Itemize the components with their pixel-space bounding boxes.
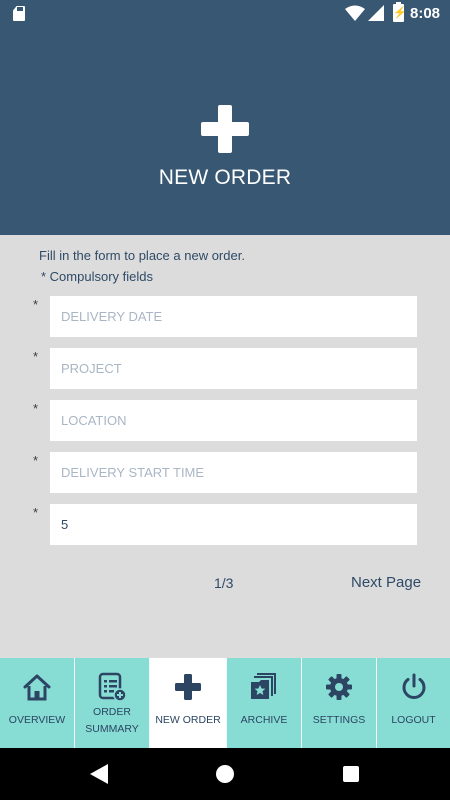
wifi-icon (345, 5, 365, 21)
required-marker: * (33, 453, 39, 468)
tab-label: OVERVIEW (8, 714, 66, 726)
tab-label: SETTINGS (312, 714, 366, 726)
required-marker: * (33, 401, 39, 416)
required-marker: * (33, 349, 39, 364)
form-row-delivery-date: * (0, 296, 450, 337)
sd-card-icon (13, 6, 25, 21)
tab-logout[interactable]: LOGOUT (377, 658, 450, 748)
next-page-button[interactable]: Next Page (351, 574, 421, 591)
recent-apps-icon[interactable] (343, 766, 359, 782)
home-button-icon[interactable] (216, 765, 234, 783)
bottom-tab-bar: OVERVIEW ORDER SUMMARY NEW ORDER ARCHIVE (0, 658, 450, 748)
gear-icon (326, 674, 352, 700)
tab-new-order[interactable]: NEW ORDER (150, 658, 227, 748)
delivery-start-time-field[interactable] (50, 452, 417, 493)
order-summary-icon (98, 672, 127, 702)
tab-order-summary[interactable]: ORDER SUMMARY (75, 658, 150, 748)
required-marker: * (33, 505, 39, 520)
delivery-date-field[interactable] (50, 296, 417, 337)
form-row-quantity: * (0, 504, 450, 545)
page-indicator: 1/3 (214, 575, 234, 591)
tab-label: SUMMARY (85, 723, 139, 735)
tab-label: LOGOUT (391, 714, 436, 726)
tab-settings[interactable]: SETTINGS (302, 658, 377, 748)
quantity-field[interactable] (50, 504, 417, 545)
tab-label: ARCHIVE (240, 714, 288, 726)
location-field[interactable] (50, 400, 417, 441)
form-row-location: * (0, 400, 450, 441)
project-field[interactable] (50, 348, 417, 389)
signal-icon (368, 5, 384, 21)
clock: 8:08 (410, 5, 441, 22)
power-icon (402, 673, 425, 699)
form-row-delivery-start-time: * (0, 452, 450, 493)
battery-charging-icon (393, 2, 404, 22)
back-icon[interactable] (90, 764, 108, 784)
home-icon (23, 674, 51, 701)
form-row-project: * (0, 348, 450, 389)
tab-archive[interactable]: ARCHIVE (227, 658, 302, 748)
tab-label: NEW ORDER (155, 714, 221, 726)
tab-overview[interactable]: OVERVIEW (0, 658, 75, 748)
required-note: * Compulsory fields (41, 269, 153, 284)
form-instructions: Fill in the form to place a new order. (39, 248, 245, 263)
plus-icon (201, 105, 249, 153)
archive-icon (251, 673, 276, 699)
system-navigation-bar (0, 748, 450, 800)
tab-label: ORDER (93, 706, 131, 718)
page-title: NEW ORDER (158, 166, 292, 189)
required-marker: * (33, 297, 39, 312)
status-bar: 8:08 (0, 0, 450, 26)
page-header: NEW ORDER (0, 26, 450, 235)
plus-icon (175, 674, 201, 700)
